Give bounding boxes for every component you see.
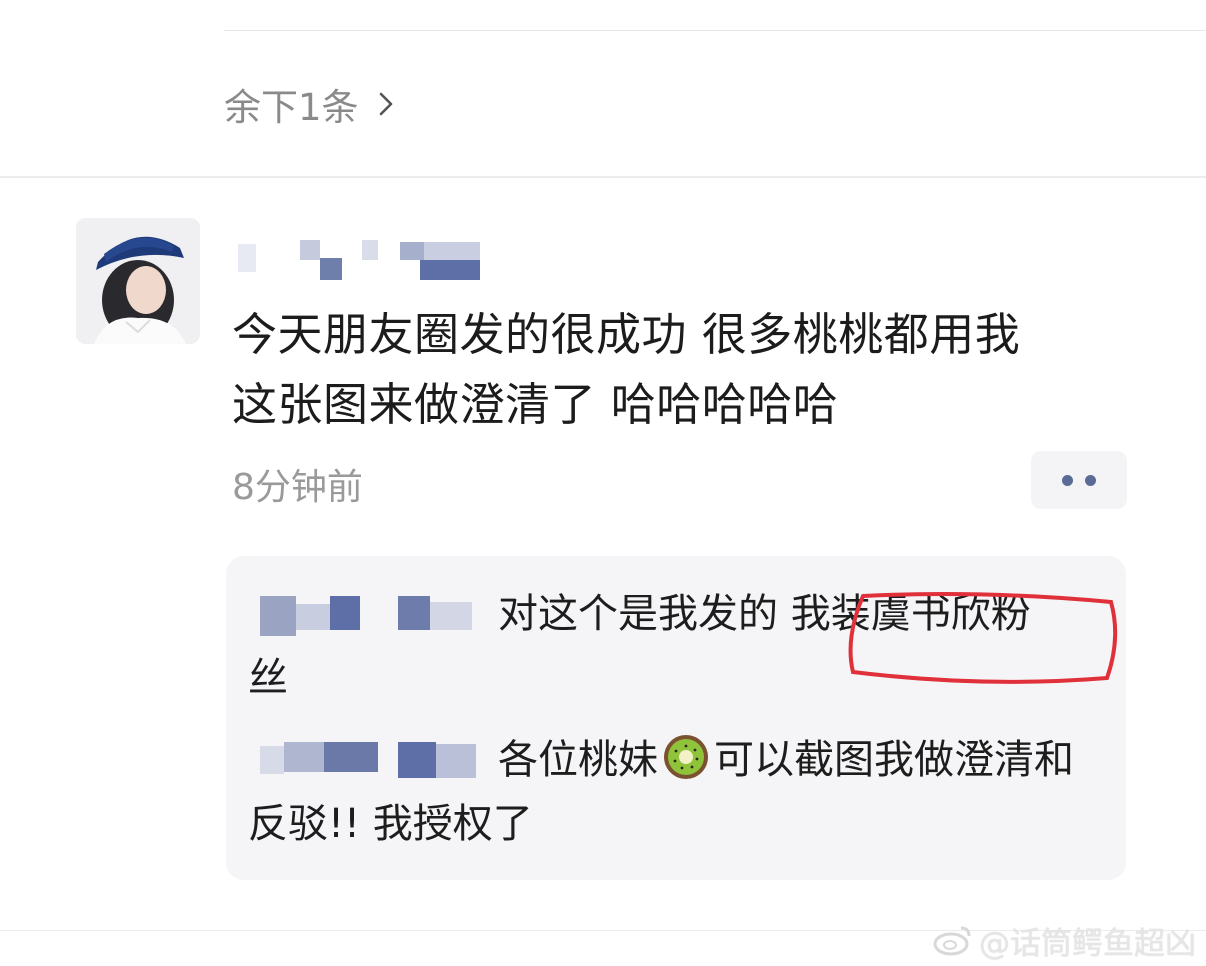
more-replies-label: 余下1条 bbox=[224, 86, 359, 129]
blurred-commenter-name bbox=[248, 596, 486, 636]
highlighted-text: 我装虞书欣粉 bbox=[790, 591, 1031, 637]
comment-item[interactable]: 各位桃妹 可以截图我做澄清和反驳!! 我授权了 bbox=[248, 728, 1108, 856]
screenshot-page: 余下1条 今天朋友圈发的很成功 很多桃桃都用我 这张图来做澄清了 哈哈哈哈哈 8… bbox=[0, 0, 1206, 966]
post-text: 今天朋友圈发的很成功 很多桃桃都用我 这张图来做澄清了 哈哈哈哈哈 bbox=[232, 300, 1132, 440]
chevron-right-icon bbox=[375, 92, 397, 116]
more-replies-link[interactable]: 余下1条 bbox=[224, 76, 397, 132]
post-timestamp: 8分钟前 bbox=[232, 467, 363, 508]
post-text-line: 今天朋友圈发的很成功 很多桃桃都用我 bbox=[232, 308, 1021, 361]
more-options-button[interactable] bbox=[1031, 451, 1127, 509]
post-text-line: 这张图来做澄清了 哈哈哈哈哈 bbox=[232, 378, 839, 431]
blurred-username bbox=[238, 240, 488, 280]
divider bbox=[224, 30, 1206, 31]
comment-item[interactable]: 对这个是我发的 我装虞书欣粉丝 bbox=[248, 582, 1118, 710]
comments-panel: 对这个是我发的 我装虞书欣粉丝 各位桃妹 可以截图我做澄清和反驳!! 我授权了 bbox=[226, 556, 1126, 880]
blurred-commenter-name bbox=[248, 742, 486, 782]
weibo-logo-icon bbox=[933, 926, 971, 956]
comment-text: 丝 bbox=[248, 655, 288, 701]
dot-icon bbox=[1085, 474, 1096, 486]
avatar[interactable] bbox=[76, 218, 200, 344]
section-divider bbox=[0, 176, 1206, 178]
kiwi-icon bbox=[662, 733, 710, 781]
watermark-text: @话筒鳄鱼超凶 bbox=[979, 925, 1196, 962]
watermark: @话筒鳄鱼超凶 bbox=[933, 920, 1196, 962]
comment-text: 各位桃妹 bbox=[498, 737, 658, 783]
comment-text: 对这个是我发的 bbox=[498, 591, 791, 637]
dot-icon bbox=[1062, 474, 1073, 486]
